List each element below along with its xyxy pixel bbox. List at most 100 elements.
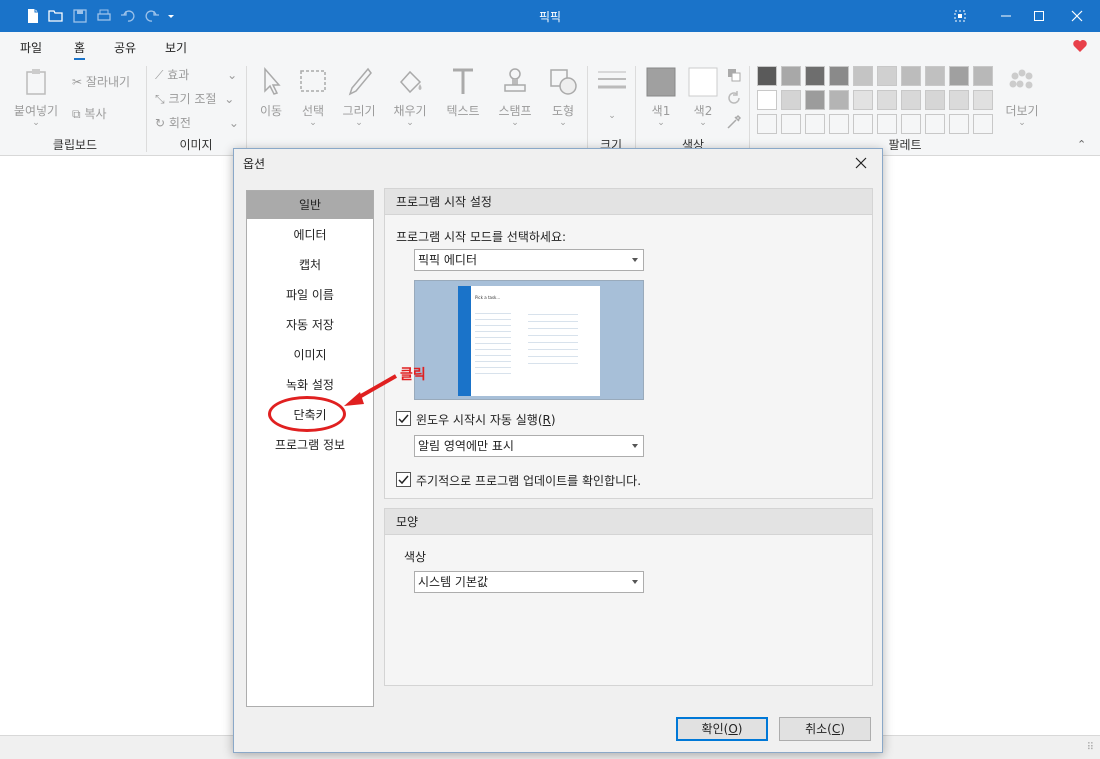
- refresh-icon[interactable]: [726, 90, 742, 109]
- resize-label: 크기 조절: [168, 92, 217, 106]
- palette-swatch[interactable]: [973, 90, 993, 110]
- effect-button[interactable]: ⟋ 효과 ⌄: [155, 66, 237, 83]
- palette-swatch[interactable]: [901, 114, 921, 134]
- window-title: 픽픽: [538, 10, 562, 24]
- copy-button[interactable]: ⧉ 복사: [72, 105, 107, 122]
- palette-swatch[interactable]: [925, 114, 945, 134]
- color-theme-select[interactable]: 시스템 기본값: [414, 571, 644, 593]
- palette-swatch[interactable]: [829, 114, 849, 134]
- ok-button[interactable]: 확인(O): [676, 717, 768, 741]
- paste-button[interactable]: 붙여넣기 ⌄: [12, 66, 60, 130]
- palette-swatch[interactable]: [877, 114, 897, 134]
- nav-item-capture[interactable]: 캡처: [247, 251, 373, 279]
- autostart-checkbox[interactable]: [396, 411, 411, 426]
- preview-sidebar: [458, 286, 471, 396]
- startup-section: 프로그램 시작 설정 프로그램 시작 모드를 선택하세요: 픽픽 에디터 Pic…: [384, 188, 873, 499]
- palette-swatch[interactable]: [781, 90, 801, 110]
- fill-tool[interactable]: 채우기 ⌄: [387, 66, 433, 130]
- shape-tool[interactable]: 도형 ⌄: [540, 66, 586, 130]
- collapse-ribbon-icon[interactable]: ⌃: [1077, 138, 1086, 151]
- palette-swatch[interactable]: [853, 90, 873, 110]
- wand-icon: ⟋: [155, 68, 164, 82]
- palette-swatch[interactable]: [829, 90, 849, 110]
- copy-label: 복사: [84, 107, 107, 121]
- palette-swatch[interactable]: [853, 66, 873, 86]
- startup-mode-preview: Pick a task...: [414, 280, 644, 400]
- palette-swatch[interactable]: [949, 66, 969, 86]
- color1-button[interactable]: 색1 ⌄: [638, 66, 684, 130]
- palette-swatch[interactable]: [925, 90, 945, 110]
- palette-swatch[interactable]: [901, 90, 921, 110]
- palette-swatch[interactable]: [829, 66, 849, 86]
- dialog-title: 옵션: [243, 157, 266, 171]
- tray-mode-select[interactable]: 알림 영역에만 표시: [414, 435, 644, 457]
- palette-swatch[interactable]: [781, 114, 801, 134]
- palette-swatch[interactable]: [973, 114, 993, 134]
- move-tool[interactable]: 이동: [248, 66, 294, 130]
- effect-label: 효과: [167, 68, 190, 82]
- select-tool[interactable]: 선택 ⌄: [290, 66, 336, 130]
- eyedropper-icon[interactable]: [726, 114, 742, 133]
- text-tool[interactable]: 텍스트: [440, 66, 486, 130]
- startup-mode-select[interactable]: 픽픽 에디터: [414, 249, 644, 271]
- annotation-arrow-icon: [344, 374, 397, 406]
- startup-mode-value: 픽픽 에디터: [418, 253, 478, 267]
- capture-icon[interactable]: [937, 0, 983, 32]
- update-checkbox[interactable]: [396, 472, 411, 487]
- chevron-down-icon: ⌄: [227, 68, 238, 82]
- palette-swatch[interactable]: [757, 114, 777, 134]
- tab-view[interactable]: 보기: [165, 39, 187, 56]
- more-colors-button[interactable]: 더보기 ⌄: [998, 66, 1046, 130]
- palette-swatch[interactable]: [901, 66, 921, 86]
- appearance-section: 모양 색상 시스템 기본값: [384, 508, 873, 686]
- tab-share[interactable]: 공유: [114, 39, 136, 56]
- palette-swatch[interactable]: [805, 66, 825, 86]
- nav-item-editor[interactable]: 에디터: [247, 221, 373, 249]
- close-button[interactable]: [1054, 0, 1100, 32]
- move-tool-label: 이동: [259, 104, 283, 118]
- stamp-tool[interactable]: 스탬프 ⌄: [492, 66, 538, 130]
- copy-icon: ⧉: [72, 107, 81, 121]
- palette-swatch[interactable]: [877, 66, 897, 86]
- chevron-down-icon: ⌄: [559, 118, 567, 128]
- palette-swatch[interactable]: [877, 90, 897, 110]
- palette-swatch[interactable]: [805, 90, 825, 110]
- image-group-label: 이미지: [179, 138, 213, 152]
- startup-section-header: 프로그램 시작 설정: [385, 189, 872, 215]
- chevron-down-icon: ⌄: [511, 118, 519, 128]
- palette-swatch[interactable]: [853, 114, 873, 134]
- palette-swatch[interactable]: [805, 114, 825, 134]
- nav-item-image[interactable]: 이미지: [247, 341, 373, 369]
- resize-button[interactable]: ⤡ 크기 조절 ⌄: [155, 90, 234, 107]
- chevron-down-icon: ⌄: [406, 118, 414, 128]
- appearance-section-header: 모양: [385, 509, 872, 535]
- palette-swatch[interactable]: [781, 66, 801, 86]
- dialog-close-button[interactable]: [848, 151, 874, 175]
- color2-button[interactable]: 색2 ⌄: [680, 66, 726, 130]
- rotate-button[interactable]: ↻ 회전 ⌄: [155, 114, 239, 131]
- palette-swatch[interactable]: [757, 66, 777, 86]
- palette-swatch[interactable]: [973, 66, 993, 86]
- swap-colors-icon[interactable]: [727, 68, 741, 85]
- more-colors-label: 더보기: [1005, 104, 1039, 118]
- palette-swatch[interactable]: [925, 66, 945, 86]
- palette-swatch[interactable]: [949, 90, 969, 110]
- palette-swatch[interactable]: [949, 114, 969, 134]
- palette-swatch[interactable]: [757, 90, 777, 110]
- nav-item-autosave[interactable]: 자동 저장: [247, 311, 373, 339]
- size-button[interactable]: ⌄: [589, 66, 635, 130]
- resize-grip-icon[interactable]: ⠿: [1087, 742, 1094, 753]
- checkmark-icon: [398, 414, 409, 424]
- nav-item-about[interactable]: 프로그램 정보: [247, 431, 373, 459]
- cut-button[interactable]: ✂ 잘라내기: [72, 73, 130, 90]
- tab-file[interactable]: 파일: [20, 39, 42, 56]
- preview-heading: Pick a task...: [475, 295, 501, 300]
- cancel-button[interactable]: 취소(C): [779, 717, 871, 741]
- checkmark-icon: [398, 475, 409, 485]
- heart-icon[interactable]: [1072, 38, 1088, 57]
- draw-tool[interactable]: 그리기 ⌄: [336, 66, 382, 130]
- startup-mode-prompt: 프로그램 시작 모드를 선택하세요:: [396, 230, 567, 244]
- nav-item-general[interactable]: 일반: [247, 191, 373, 219]
- nav-item-filename[interactable]: 파일 이름: [247, 281, 373, 309]
- tab-home[interactable]: 홈: [74, 39, 86, 60]
